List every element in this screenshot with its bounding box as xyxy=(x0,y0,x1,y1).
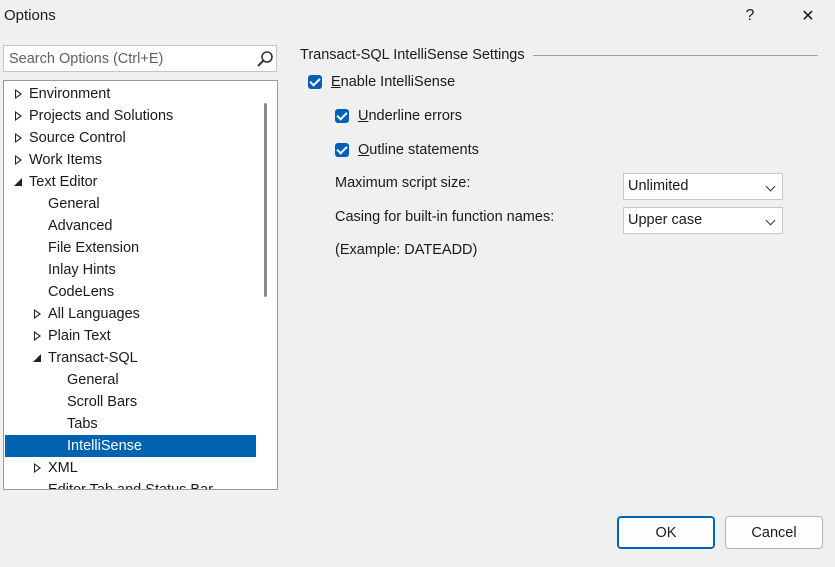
tree-item-scroll-bars[interactable]: Scroll Bars xyxy=(5,391,256,413)
ok-button[interactable]: OK xyxy=(617,516,715,549)
expand-arrow-icon[interactable] xyxy=(11,149,25,171)
check-icon xyxy=(335,109,349,123)
expand-arrow-icon[interactable] xyxy=(11,105,25,127)
tree-item-label: General xyxy=(48,196,100,212)
tree-item-work-items[interactable]: Work Items xyxy=(5,149,256,171)
tree-item-text-editor[interactable]: Text Editor xyxy=(5,171,256,193)
enable-intellisense-label: Enable IntelliSense xyxy=(331,74,456,90)
tree-item-label: Text Editor xyxy=(29,174,98,190)
tree-item-label: Tabs xyxy=(67,416,98,432)
tree-item-intellisense[interactable]: IntelliSense xyxy=(5,435,256,457)
tree-item-file-extension[interactable]: File Extension xyxy=(5,237,256,259)
chevron-down-icon xyxy=(765,181,776,192)
tree-item-environment[interactable]: Environment xyxy=(5,83,256,105)
section-divider xyxy=(533,55,818,56)
help-button[interactable]: ? xyxy=(733,2,767,30)
example-text: (Example: DATEADD) xyxy=(335,242,478,258)
tree-item-xml[interactable]: XML xyxy=(5,457,256,479)
tree-item-transact-sql[interactable]: Transact-SQL xyxy=(5,347,256,369)
tree-item-label: Advanced xyxy=(48,218,113,234)
tree-item-editor-tab-and-status-bar[interactable]: Editor Tab and Status Bar xyxy=(5,479,256,490)
tree-item-tabs[interactable]: Tabs xyxy=(5,413,256,435)
tree-item-label: File Extension xyxy=(48,240,140,256)
check-icon xyxy=(308,75,322,89)
collapse-arrow-icon[interactable] xyxy=(30,347,44,369)
tree-item-inlay-hints[interactable]: Inlay Hints xyxy=(5,259,256,281)
title-bar: Options ? ✕ xyxy=(0,0,835,34)
expand-arrow-icon[interactable] xyxy=(30,325,44,347)
help-icon: ? xyxy=(745,7,755,24)
tree-item-advanced[interactable]: Advanced xyxy=(5,215,256,237)
tree-scrollbar-thumb[interactable] xyxy=(264,103,267,297)
tree-item-codelens[interactable]: CodeLens xyxy=(5,281,256,303)
collapse-arrow-icon[interactable] xyxy=(11,171,25,193)
tree-item-label: Environment xyxy=(29,86,111,102)
outline-statements-checkbox[interactable]: Outline statements xyxy=(335,140,479,160)
max-script-size-select[interactable]: Unlimited xyxy=(623,173,783,200)
tree-item-label: Plain Text xyxy=(48,328,111,344)
tree-item-label: Projects and Solutions xyxy=(29,108,174,124)
search-icon[interactable] xyxy=(256,50,274,68)
check-icon xyxy=(335,143,349,157)
expand-arrow-icon[interactable] xyxy=(30,303,44,325)
options-tree[interactable]: Environment Projects and Solutions Source … xyxy=(3,80,278,490)
tree-item-label: XML xyxy=(48,460,78,476)
tree-item-projects-and-solutions[interactable]: Projects and Solutions xyxy=(5,105,256,127)
expand-arrow-icon[interactable] xyxy=(11,83,25,105)
casing-value: Upper case xyxy=(628,212,703,228)
underline-errors-label: Underline errors xyxy=(358,108,462,124)
cancel-button[interactable]: Cancel xyxy=(725,516,823,549)
chevron-down-icon xyxy=(765,215,776,226)
casing-label: Casing for built-in function names: xyxy=(335,209,555,225)
outline-statements-label: Outline statements xyxy=(358,142,479,158)
enable-intellisense-checkbox[interactable]: Enable IntelliSense xyxy=(308,72,455,92)
tree-item-label: Source Control xyxy=(29,130,126,146)
tree-item-label: Scroll Bars xyxy=(67,394,138,410)
tree-item-label: CodeLens xyxy=(48,284,115,300)
search-input[interactable] xyxy=(4,46,253,71)
tree-item-general[interactable]: General xyxy=(5,369,256,391)
section-title: Transact-SQL IntelliSense Settings xyxy=(300,47,525,63)
casing-select[interactable]: Upper case xyxy=(623,207,783,234)
tree-item-label: Inlay Hints xyxy=(48,262,116,278)
max-script-size-value: Unlimited xyxy=(628,178,689,194)
search-box xyxy=(3,45,277,72)
tree-item-label: Editor Tab and Status Bar xyxy=(48,482,213,490)
expand-arrow-icon[interactable] xyxy=(11,127,25,149)
tree-item-general[interactable]: General xyxy=(5,193,256,215)
tree-item-all-languages[interactable]: All Languages xyxy=(5,303,256,325)
tree-item-plain-text[interactable]: Plain Text xyxy=(5,325,256,347)
tree-item-label: IntelliSense xyxy=(67,438,142,454)
tree-item-source-control[interactable]: Source Control xyxy=(5,127,256,149)
tree-item-label: Transact-SQL xyxy=(48,350,138,366)
max-script-size-label: Maximum script size: xyxy=(335,175,471,191)
underline-errors-checkbox[interactable]: Underline errors xyxy=(335,106,462,126)
tree-item-label: General xyxy=(67,372,119,388)
close-icon: ✕ xyxy=(801,8,815,25)
tree-item-label: Work Items xyxy=(29,152,103,168)
expand-arrow-icon[interactable] xyxy=(30,457,44,479)
window-title: Options xyxy=(4,7,56,24)
close-button[interactable]: ✕ xyxy=(791,2,825,30)
tree-item-label: All Languages xyxy=(48,306,140,322)
